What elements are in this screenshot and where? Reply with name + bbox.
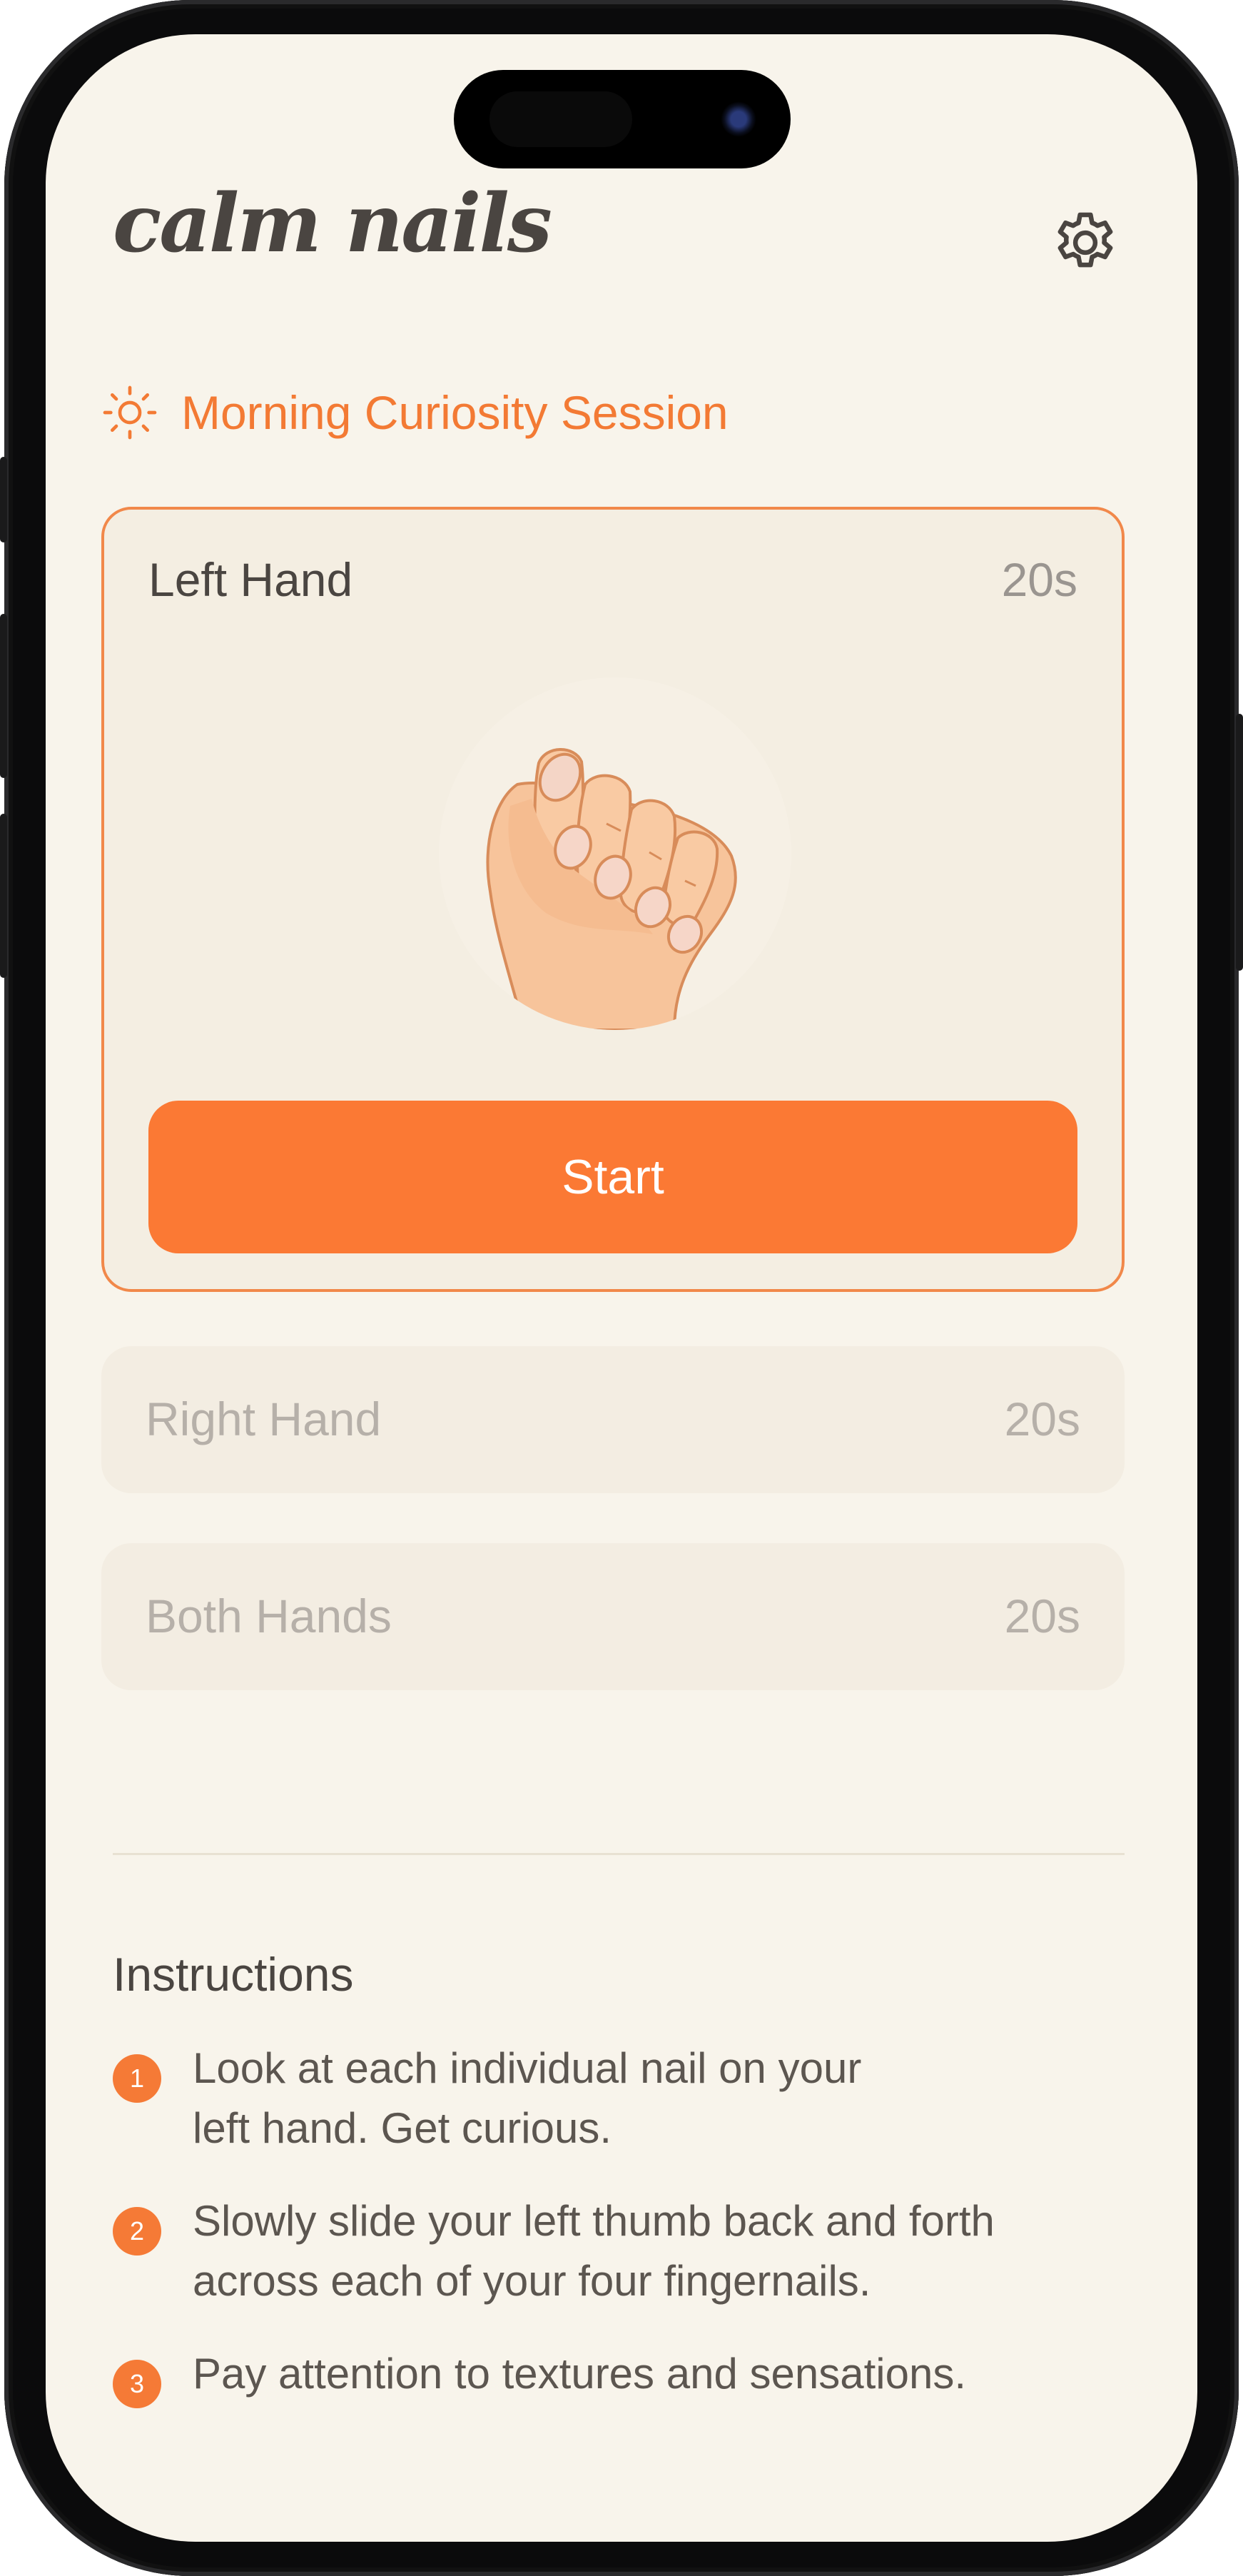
section-divider	[113, 1853, 1125, 1855]
session-title: Morning Curiosity Session	[181, 386, 729, 439]
step-text-line: across each of your four fingernails.	[193, 2257, 871, 2305]
face-id-sensor	[489, 91, 632, 147]
step-text: Look at each individual nail on your lef…	[193, 2039, 861, 2158]
front-camera	[721, 101, 756, 137]
exercise-label: Right Hand	[146, 1393, 382, 1445]
power-button	[1236, 714, 1243, 971]
instruction-step: 2 Slowly slide your left thumb back and …	[113, 2191, 1083, 2311]
volume-up-button	[0, 614, 7, 778]
step-text-line: Look at each individual nail on your	[193, 2044, 862, 2092]
exercise-card-right-hand[interactable]: Right Hand 20s	[101, 1346, 1125, 1493]
sun-icon	[103, 385, 157, 440]
step-text: Slowly slide your left thumb back and fo…	[193, 2191, 995, 2311]
instruction-step: 3 Pay attention to textures and sensatio…	[113, 2344, 1083, 2408]
step-text: Pay attention to textures and sensations…	[193, 2350, 967, 2398]
settings-button[interactable]	[1046, 206, 1125, 284]
step-text-line: left hand. Get curious.	[193, 2104, 612, 2152]
exercise-duration: 20s	[1001, 553, 1077, 606]
exercise-label: Left Hand	[148, 553, 353, 606]
step-number-badge: 2	[113, 2207, 161, 2256]
volume-down-button	[0, 814, 7, 978]
gear-icon	[1057, 212, 1113, 268]
app-title: calm nails	[113, 177, 552, 271]
instructions-title: Instructions	[113, 1948, 354, 2001]
step-number-badge: 3	[113, 2360, 161, 2408]
hand-illustration-circle	[439, 677, 791, 1030]
dynamic-island	[454, 70, 791, 168]
start-button[interactable]: Start	[148, 1101, 1077, 1253]
app-screen: calm nails Morning Curiosity Session Lef…	[46, 34, 1197, 2542]
instruction-step: 1 Look at each individual nail on your l…	[113, 2039, 1083, 2158]
exercise-card-both-hands[interactable]: Both Hands 20s	[101, 1543, 1125, 1690]
session-header: Morning Curiosity Session	[101, 384, 729, 441]
step-text-line: Slowly slide your left thumb back and fo…	[193, 2197, 995, 2245]
step-number-badge: 1	[113, 2054, 161, 2103]
side-button	[0, 457, 7, 542]
exercise-duration: 20s	[1004, 1393, 1080, 1445]
exercise-duration: 20s	[1004, 1590, 1080, 1642]
fist-hand-illustration	[486, 748, 737, 1030]
exercise-card-left-hand[interactable]: Left Hand 20s Start	[101, 507, 1125, 1292]
exercise-label: Both Hands	[146, 1590, 392, 1642]
